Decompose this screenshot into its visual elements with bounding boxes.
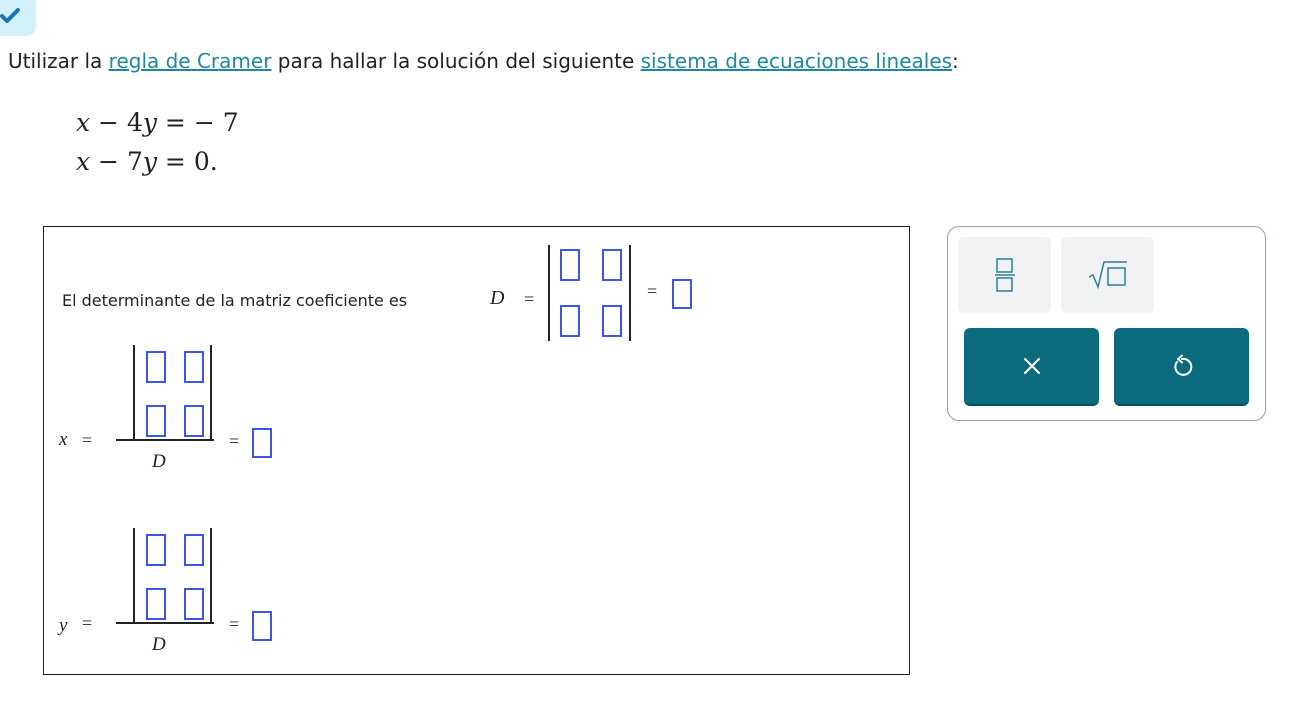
y-entry-a12[interactable] — [184, 534, 204, 566]
equals-sign: = — [524, 289, 535, 309]
linear-system-link[interactable]: sistema de ecuaciones lineales — [641, 49, 952, 73]
answer-work-area: El determinante de la matriz coeficiente… — [43, 226, 910, 675]
x-entry-a12[interactable] — [184, 351, 204, 383]
y-entry-a11[interactable] — [146, 534, 166, 566]
y-fraction-line — [116, 622, 214, 624]
clear-button[interactable] — [964, 328, 1099, 406]
close-icon — [1023, 358, 1040, 374]
y-denominator-d: D — [152, 634, 166, 655]
eq-term: − 7 — [90, 147, 143, 176]
var-y: y — [142, 147, 157, 176]
y-determinant-bar-right — [210, 528, 212, 624]
d-symbol: D — [490, 287, 505, 309]
undo-icon — [1173, 354, 1192, 376]
eq-term: − 4 — [90, 108, 143, 137]
var-x: x — [76, 147, 91, 176]
x-fraction-line — [116, 439, 214, 441]
d-value-input[interactable] — [672, 279, 692, 309]
fraction-button[interactable] — [958, 237, 1051, 313]
determinant-label: El determinante de la matriz coeficiente… — [62, 291, 408, 310]
equation-system: x − 4y = − 7 x − 7y = 0. — [76, 103, 239, 181]
undo-button[interactable] — [1114, 328, 1249, 406]
equals-sign: = — [229, 614, 240, 634]
cramer-rule-link[interactable]: regla de Cramer — [109, 49, 272, 73]
d-entry-a11[interactable] — [560, 249, 580, 281]
x-denominator-d: D — [152, 451, 166, 472]
equation-2: x − 7y = 0. — [76, 142, 239, 181]
y-entry-a22[interactable] — [184, 588, 204, 620]
y-variable: y — [59, 615, 68, 636]
d-entry-a21[interactable] — [560, 305, 580, 337]
d-entry-a22[interactable] — [602, 305, 622, 337]
var-x: x — [76, 108, 91, 137]
y-entry-a21[interactable] — [146, 588, 166, 620]
prompt-text: : — [952, 49, 959, 73]
status-check-badge — [0, 0, 36, 36]
checkmark-icon — [0, 8, 20, 23]
prompt-text: Utilizar la — [8, 49, 109, 73]
x-determinant-bar-right — [210, 345, 212, 441]
square-root-template-icon — [1088, 261, 1127, 290]
x-entry-a22[interactable] — [184, 405, 204, 437]
square-root-button[interactable] — [1061, 237, 1154, 313]
math-tool-panel — [947, 226, 1266, 421]
x-entry-a11[interactable] — [146, 351, 166, 383]
equals-sign: = — [82, 430, 93, 450]
equation-1: x − 4y = − 7 — [76, 103, 239, 142]
equals-sign: = — [229, 431, 240, 451]
equals-sign: = — [647, 281, 658, 301]
determinant-bar-right — [629, 245, 631, 341]
problem-prompt: Utilizar la regla de Cramer para hallar … — [8, 49, 959, 73]
y-determinant-bar-left — [133, 528, 135, 624]
equals-sign: = — [82, 613, 93, 633]
var-y: y — [142, 108, 157, 137]
x-determinant-bar-left — [133, 345, 135, 441]
d-entry-a12[interactable] — [602, 249, 622, 281]
x-value-input[interactable] — [252, 428, 272, 458]
eq-rhs: = − 7 — [156, 108, 239, 137]
eq-rhs: = 0. — [156, 147, 218, 176]
determinant-bar-left — [548, 245, 550, 341]
prompt-text: para hallar la solución del siguiente — [271, 49, 641, 73]
fraction-template-icon — [994, 258, 1015, 292]
x-entry-a21[interactable] — [146, 405, 166, 437]
y-value-input[interactable] — [252, 611, 272, 641]
x-variable: x — [59, 429, 68, 450]
